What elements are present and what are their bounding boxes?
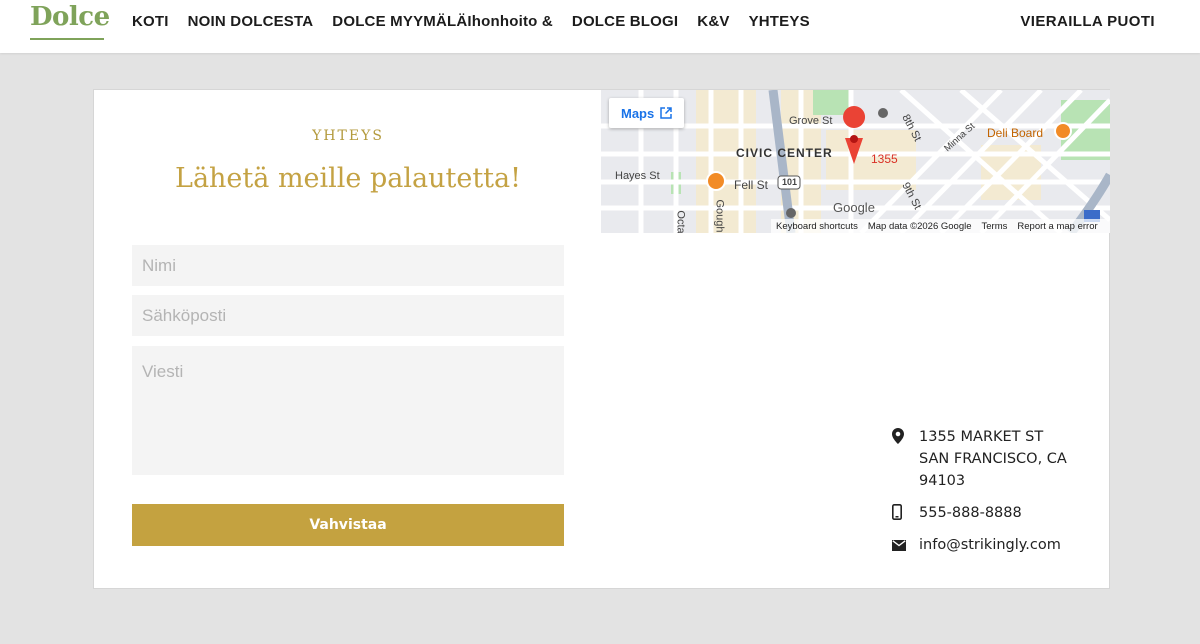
pin-label: 1355 (871, 152, 898, 166)
address-line-2: SAN FRANCISCO, CA (919, 451, 1067, 467)
email-text[interactable]: info@strikingly.com (919, 534, 1061, 556)
site-logo[interactable]: Dolce (30, 2, 110, 32)
district-label: CIVIC CENTER (736, 146, 833, 160)
email-row: info@strikingly.com (892, 534, 1092, 556)
street-gough: Gough (713, 199, 726, 233)
keyboard-shortcuts-link[interactable]: Keyboard shortcuts (776, 221, 858, 232)
envelope-icon (892, 534, 906, 556)
contact-info: 1355 MARKET ST SAN FRANCISCO, CA 94103 5… (892, 426, 1092, 566)
nav-item-yhteys[interactable]: YHTEYS (749, 13, 810, 30)
message-textarea[interactable] (132, 346, 564, 475)
map-data-credit: Map data ©2026 Google (867, 220, 972, 232)
mobile-phone-icon (892, 502, 906, 524)
logo-underline (30, 38, 104, 40)
phone-text[interactable]: 555-888-8888 (919, 502, 1022, 524)
nav-item-kv[interactable]: K&V (697, 13, 729, 30)
nav-item-dolce-blogi[interactable]: DOLCE BLOGI (572, 13, 678, 30)
main-nav: KOTI NOIN DOLCESTA DOLCE MYYMÄLÄIhonhoit… (132, 13, 810, 30)
contact-card: YHTEYS Lähetä meille palautetta! Vahvist… (93, 89, 1110, 589)
address-line-1: 1355 MARKET ST (919, 429, 1044, 445)
submit-button[interactable]: Vahvistaa (132, 504, 564, 546)
location-pin-icon (892, 426, 906, 492)
address-text: 1355 MARKET ST SAN FRANCISCO, CA 94103 (919, 426, 1067, 492)
nav-item-noin-dolcesta[interactable]: NOIN DOLCESTA (188, 13, 314, 30)
address-row: 1355 MARKET ST SAN FRANCISCO, CA 94103 (892, 426, 1092, 492)
street-grove: Grove St (789, 115, 833, 127)
map-footer: Keyboard shortcuts Map data ©2026 Google… (771, 219, 1110, 233)
name-input[interactable] (132, 245, 564, 286)
maps-label: Maps (621, 105, 655, 121)
google-logo: Google (833, 200, 875, 215)
place-deli-board[interactable]: Deli Board (987, 126, 1043, 140)
phone-row: 555-888-8888 (892, 502, 1092, 524)
street-hayes: Hayes St (615, 170, 660, 182)
external-link-icon (660, 107, 672, 119)
section-kicker: YHTEYS (312, 128, 384, 144)
address-line-3: 94103 (919, 473, 966, 489)
open-in-maps-button[interactable]: Maps (609, 98, 685, 128)
street-fell: Fell St (734, 178, 769, 192)
terms-link[interactable]: Terms (982, 221, 1008, 232)
site-header: Dolce KOTI NOIN DOLCESTA DOLCE MYYMÄLÄIh… (0, 0, 1200, 53)
section-title: Lähetä meille palautetta! (175, 163, 521, 194)
visit-store-link[interactable]: VIERAILLA PUOTI (1020, 13, 1155, 30)
street-octa: Octa (674, 210, 687, 233)
highway-shield-label: 101 (782, 177, 798, 187)
email-input[interactable] (132, 295, 564, 336)
report-map-error-link[interactable]: Report a map error (1017, 221, 1097, 232)
nav-item-dolce-myymala[interactable]: DOLCE MYYMÄLÄIhonhoito & (332, 13, 553, 30)
embedded-map[interactable]: Maps 1355 Deli Board CIVIC CENTER Grove … (601, 90, 1110, 233)
nav-item-koti[interactable]: KOTI (132, 13, 169, 30)
